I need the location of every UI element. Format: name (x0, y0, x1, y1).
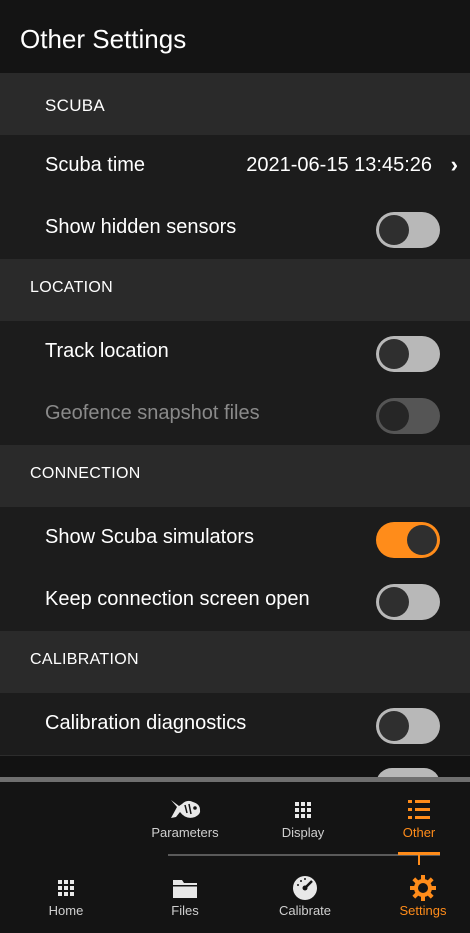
top-bar: Other Settings (0, 0, 470, 73)
section-label: LOCATION (30, 279, 114, 296)
subtab-display[interactable]: Display (265, 795, 341, 840)
section-label: CONNECTION (30, 465, 141, 482)
tab-files[interactable]: Files (155, 873, 215, 918)
row-label: Calibration diagnostics (45, 712, 247, 734)
page-title: Other Settings (20, 24, 187, 54)
chevron-right-icon: › (450, 152, 458, 177)
scuba-time-row[interactable]: Scuba time 2021-06-15 13:45:26 › (0, 135, 470, 198)
tab-label: Settings (399, 903, 447, 918)
row-label: Keep connection screen open (45, 588, 310, 610)
keep-connection-open-toggle[interactable] (376, 584, 440, 620)
show-hidden-sensors-toggle[interactable] (376, 212, 440, 248)
toggle-knob (379, 401, 409, 431)
tab-label: Home (48, 903, 84, 918)
section-label: CALIBRATION (30, 651, 139, 668)
toggle-knob (379, 215, 409, 245)
section-label: SCUBA (45, 96, 106, 115)
row-label: Track location (45, 340, 169, 362)
track-location-toggle[interactable] (376, 336, 440, 372)
section-header-scuba: SCUBA (0, 73, 470, 135)
section-header-calibration: CALIBRATION (0, 631, 470, 693)
section-header-location: LOCATION (0, 259, 470, 321)
show-hidden-sensors-row: Show hidden sensors (0, 197, 470, 260)
calibration-diagnostics-row: Calibration diagnostics (0, 693, 470, 756)
show-scuba-simulators-toggle[interactable] (376, 522, 440, 558)
toggle-knob (379, 339, 409, 369)
scuba-time-value: 2021-06-15 13:45:26 (246, 154, 432, 176)
geofence-snapshot-row: Geofence snapshot files (0, 383, 470, 446)
gear-icon (410, 875, 436, 901)
tab-home[interactable]: Home (36, 873, 96, 918)
row-label: Show Scuba simulators (45, 526, 254, 548)
tab-settings[interactable]: Settings (390, 873, 456, 918)
toggle-knob (407, 525, 437, 555)
section-header-connection: CONNECTION (0, 445, 470, 507)
grid-icon (58, 880, 74, 896)
tab-label: Calibrate (278, 903, 332, 918)
fish-icon (171, 800, 201, 818)
subtab-active-tick (418, 855, 420, 865)
grid-icon (295, 802, 311, 818)
keep-connection-open-row: Keep connection screen open (0, 569, 470, 632)
row-label: Scuba time (45, 154, 146, 176)
subtab-label: Display (281, 825, 325, 840)
subtab-parameters[interactable]: Parameters (145, 795, 225, 840)
toggle-knob (379, 711, 409, 741)
row-label: Geofence snapshot files (45, 402, 260, 424)
tab-label: Files (171, 903, 199, 918)
track-location-row: Track location (0, 321, 470, 384)
toggle-knob (379, 587, 409, 617)
subtab-label: Other (402, 825, 436, 840)
show-scuba-simulators-row: Show Scuba simulators (0, 507, 470, 570)
list-icon (408, 800, 430, 819)
subtab-label: Parameters (151, 825, 219, 840)
gauge-icon (293, 876, 317, 900)
tab-calibrate[interactable]: Calibrate (270, 873, 340, 918)
calibration-diagnostics-toggle[interactable] (376, 708, 440, 744)
folder-icon (173, 880, 197, 898)
geofence-snapshot-toggle (376, 398, 440, 434)
row-label: Show hidden sensors (45, 216, 237, 238)
subtab-other[interactable]: Other (390, 795, 448, 840)
